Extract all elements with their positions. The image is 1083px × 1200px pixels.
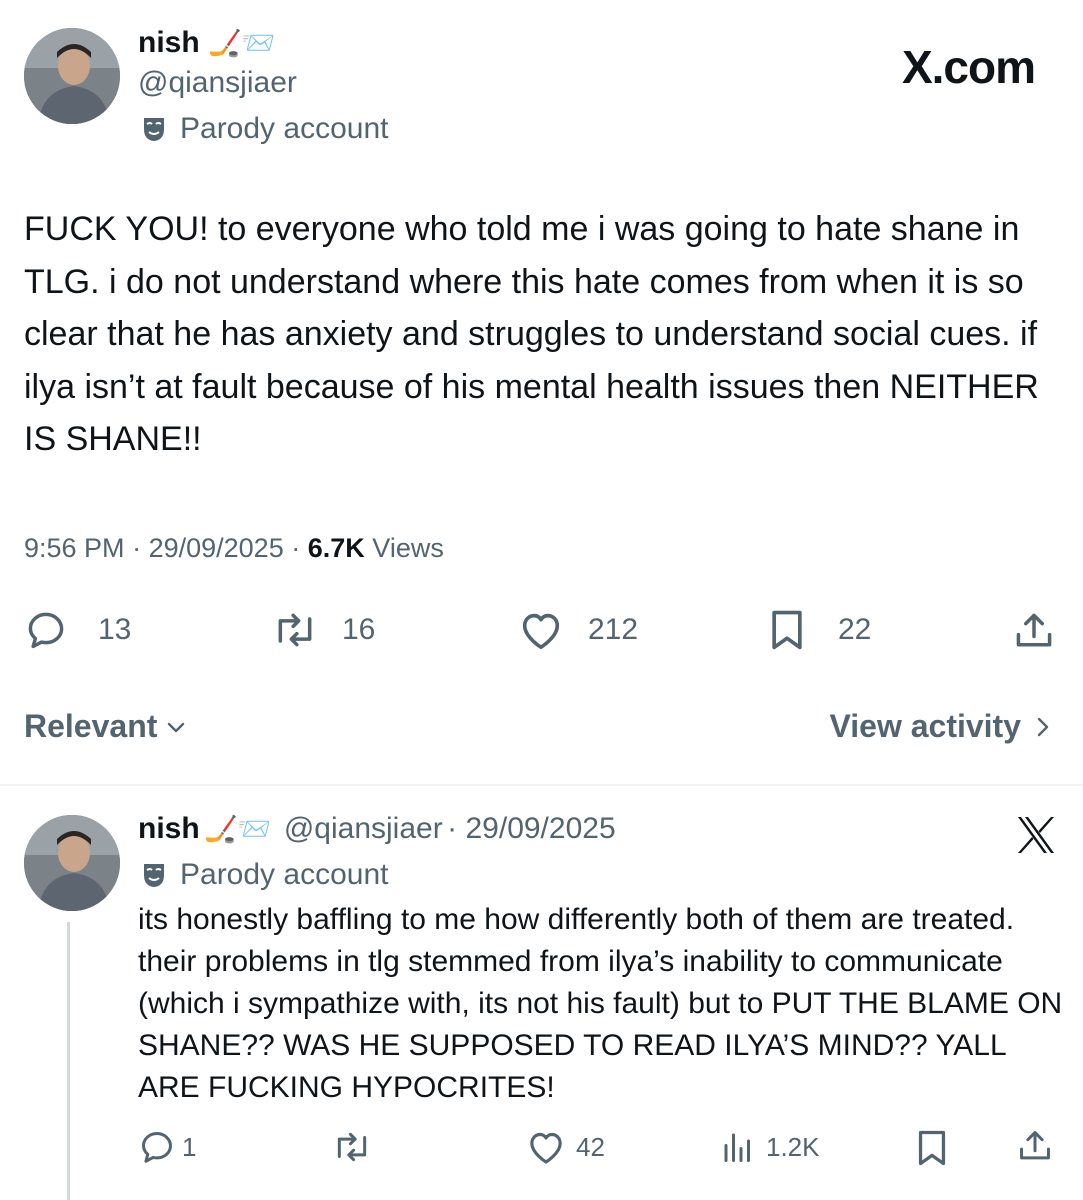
bookmark-button[interactable]: 22: [766, 608, 871, 652]
repost-icon: [337, 1132, 367, 1162]
tweet-meta: 9:56 PM · 29/09/2025 · 6.7K Views: [24, 533, 444, 564]
parody-badge: Parody account: [142, 112, 388, 146]
tweet-time[interactable]: 9:56 PM: [24, 533, 125, 563]
meta-separator: ·: [132, 533, 149, 563]
parody-mask-icon: [144, 118, 164, 141]
meta-separator: ·: [447, 812, 466, 845]
reply-views-button[interactable]: 1.2K: [720, 1128, 820, 1166]
bookmark-icon: [772, 610, 802, 650]
author-name-text: nish: [138, 26, 200, 59]
sort-label: Relevant: [24, 708, 158, 744]
reply-handle[interactable]: @qiansjiaer: [284, 812, 443, 845]
tweet-text: FUCK YOU! to everyone who told me i was …: [24, 210, 1039, 458]
avatar-photo: [24, 815, 120, 911]
reply-reply-button[interactable]: 1: [138, 1128, 196, 1166]
meta-separator: ·: [291, 533, 308, 563]
author-name[interactable]: nish 🏒📨: [138, 26, 275, 60]
views-count: 6.7K: [307, 533, 365, 563]
reply-button[interactable]: 13: [24, 608, 131, 652]
author-handle[interactable]: @qiansjiaer: [138, 66, 297, 100]
author-emoji: 🏒📨: [208, 28, 276, 59]
author-avatar[interactable]: [24, 28, 120, 124]
reply-bookmark-button[interactable]: [914, 1128, 950, 1168]
view-activity-label: View activity: [829, 708, 1021, 744]
like-button[interactable]: 212: [518, 608, 638, 652]
x-logo-icon: [1016, 816, 1056, 859]
bookmark-icon: [918, 1130, 946, 1166]
share-icon: [1016, 613, 1052, 647]
reply-views-count: 1.2K: [766, 1131, 820, 1162]
reply-like-button[interactable]: 42: [526, 1128, 605, 1166]
reply-date[interactable]: 29/09/2025: [465, 812, 615, 845]
heart-icon: [522, 613, 560, 650]
reply-icon: [142, 1132, 172, 1163]
chevron-right-icon: [1037, 717, 1049, 736]
like-count: 212: [588, 613, 639, 646]
view-activity-link[interactable]: View activity: [829, 708, 1051, 745]
reply-text: its honestly baffling to me how differen…: [138, 903, 1063, 1104]
avatar-photo: [24, 28, 120, 124]
repost-icon: [278, 613, 312, 647]
parody-label: Parody account: [180, 858, 389, 891]
reply-avatar[interactable]: [24, 815, 120, 911]
bookmark-count: 22: [838, 613, 872, 646]
reply-author-name[interactable]: nish: [138, 812, 200, 845]
parody-label: Parody account: [180, 112, 389, 145]
reply-repost-button[interactable]: [330, 1128, 374, 1166]
section-divider: [0, 784, 1083, 786]
reply-like-count: 42: [576, 1131, 605, 1162]
reply-parody-badge: Parody account: [142, 858, 388, 892]
x-com-watermark: X.com: [901, 41, 1036, 93]
sort-dropdown[interactable]: Relevant: [24, 708, 187, 745]
analytics-icon: [724, 1133, 750, 1162]
parody-mask-icon: [144, 864, 164, 887]
share-icon: [1020, 1131, 1050, 1160]
repost-count: 16: [342, 613, 376, 646]
heart-icon: [530, 1132, 562, 1164]
reply-header: nish 🏒📨 @qiansjiaer · 29/09/2025: [138, 812, 616, 846]
share-button[interactable]: [1012, 608, 1056, 654]
reply-author-emoji: 🏒📨: [204, 814, 272, 845]
reply-reply-count: 1: [182, 1131, 197, 1162]
views-label: Views: [372, 533, 444, 563]
reply-icon: [28, 612, 64, 649]
repost-button[interactable]: 16: [270, 608, 375, 652]
tweet-date[interactable]: 29/09/2025: [149, 533, 284, 563]
thread-line: [67, 922, 70, 1200]
chevron-down-icon: [168, 722, 185, 732]
reply-count: 13: [98, 613, 132, 646]
reply-share-button[interactable]: [1016, 1126, 1054, 1166]
